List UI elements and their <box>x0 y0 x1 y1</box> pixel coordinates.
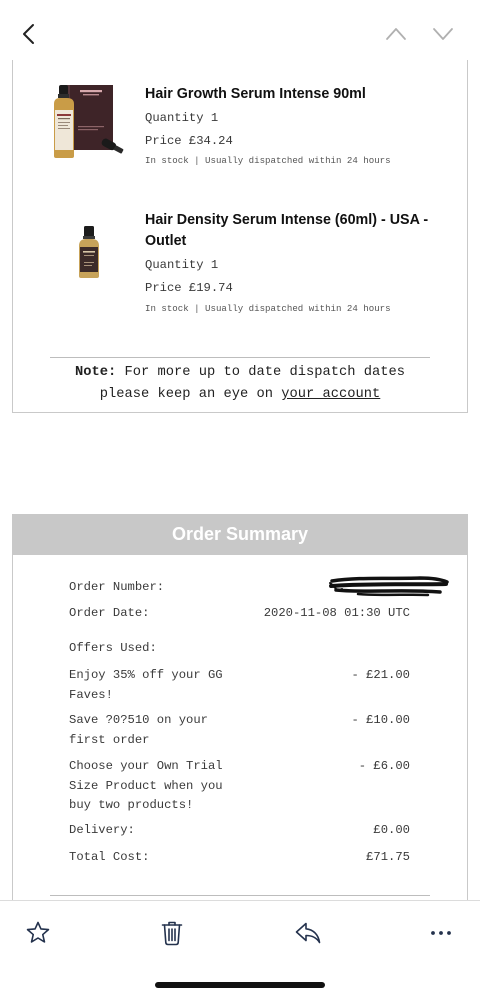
trash-icon[interactable] <box>161 920 183 946</box>
chevron-down-icon[interactable] <box>431 25 455 43</box>
product-price: Price £34.24 <box>145 133 233 149</box>
product-title: Hair Density Serum Intense (60ml) - USA … <box>145 211 429 249</box>
price-value: £34.24 <box>188 134 233 148</box>
order-date-row: Order Date: 2020-11-08 01:30 UTC <box>69 604 410 624</box>
chevron-up-icon[interactable] <box>384 25 408 43</box>
price-label: Price <box>145 134 182 148</box>
hair-density-serum-product-image <box>79 226 99 278</box>
chevron-left-icon[interactable] <box>20 22 38 46</box>
quantity-label: Quantity <box>145 111 204 125</box>
mail-nav-bar <box>0 0 480 60</box>
quantity-value: 1 <box>210 111 219 125</box>
price-value: £19.74 <box>188 281 233 295</box>
note-label: Note: <box>74 365 117 380</box>
redacted-order-number <box>329 576 449 597</box>
delivery-row: Delivery: £0.00 <box>69 821 410 841</box>
delivery-label: Delivery: <box>69 823 135 837</box>
offers-used-row: Offers Used: <box>69 639 410 659</box>
offer-label: Save ?0?510 on your first order <box>69 713 208 747</box>
stock-status: In stock | Usually dispatched within 24 … <box>145 155 391 166</box>
star-icon[interactable] <box>26 921 50 945</box>
order-summary-heading: Order Summary <box>12 514 468 555</box>
mail-toolbar <box>0 900 480 997</box>
total-cost-label: Total Cost: <box>69 850 150 864</box>
reply-icon[interactable] <box>295 921 321 945</box>
dispatch-note: Note: For more up to date dispatch dates… <box>70 362 410 406</box>
offer-value: - £10.00 <box>351 713 410 727</box>
offers-used-label: Offers Used: <box>69 641 157 655</box>
quantity-value: 1 <box>210 258 219 272</box>
offer-value: - £6.00 <box>358 759 410 773</box>
offer-label: Choose your Own Trial Size Product when … <box>69 759 223 812</box>
price-label: Price <box>145 281 182 295</box>
product-quantity: Quantity 1 <box>145 257 218 273</box>
total-cost-value: £71.75 <box>366 850 410 864</box>
product-price: Price £19.74 <box>145 280 233 296</box>
offer-row: Save ?0?510 on your first order - £10.00 <box>69 711 410 750</box>
offer-row: Choose your Own Trial Size Product when … <box>69 757 410 816</box>
order-date-value: 2020-11-08 01:30 UTC <box>263 606 410 620</box>
order-date-label: Order Date: <box>69 606 150 620</box>
offer-value: - £21.00 <box>351 668 410 682</box>
offer-row: Enjoy 35% off your GG Faves! - £21.00 <box>69 666 410 705</box>
stock-status: In stock | Usually dispatched within 24 … <box>145 303 391 314</box>
product-quantity: Quantity 1 <box>145 110 218 126</box>
divider <box>50 895 430 896</box>
home-indicator <box>155 982 325 988</box>
your-account-link[interactable]: your account <box>281 387 380 402</box>
hair-growth-serum-product-image <box>54 85 124 158</box>
total-cost-row: Total Cost: £71.75 <box>69 848 410 868</box>
more-icon[interactable] <box>429 929 453 937</box>
offer-label: Enjoy 35% off your GG Faves! <box>69 668 223 702</box>
order-number-label: Order Number: <box>69 580 165 594</box>
product-title: Hair Growth Serum Intense 90ml <box>145 86 366 102</box>
divider <box>50 357 430 358</box>
quantity-label: Quantity <box>145 258 204 272</box>
delivery-value: £0.00 <box>373 823 410 837</box>
